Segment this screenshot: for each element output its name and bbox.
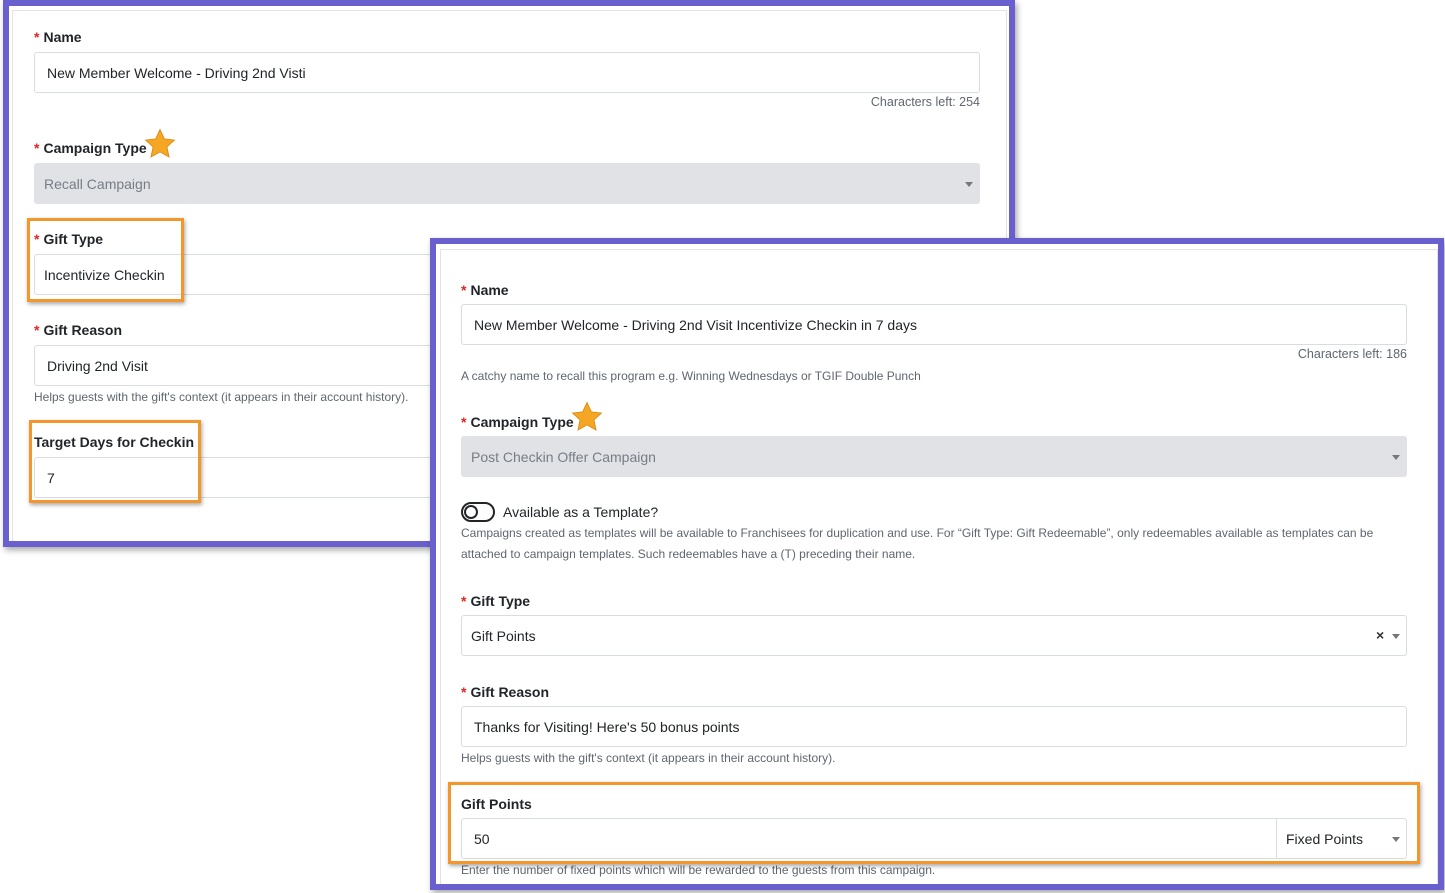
back-campaign-type-select[interactable]: Recall Campaign (34, 163, 980, 204)
front-name-help: A catchy name to recall this program e.g… (461, 369, 921, 383)
template-toggle-label: Available as a Template? (503, 504, 659, 520)
front-campaign-type-label: * Campaign Type (461, 414, 574, 430)
front-form-panel: * Name New Member Welcome - Driving 2nd V… (430, 238, 1444, 890)
front-gift-reason-input[interactable]: Thanks for Visiting! Here's 50 bonus poi… (461, 706, 1407, 747)
front-gift-type-label: * Gift Type (461, 593, 531, 609)
back-gift-reason-help: Helps guests with the gift's context (it… (34, 390, 409, 404)
back-name-chars-left: Characters left: 254 (870, 95, 980, 109)
back-gift-reason-label: * Gift Reason (34, 322, 123, 338)
star-icon (571, 401, 603, 431)
chevron-down-icon (965, 182, 973, 187)
back-gift-type-label: * Gift Type (34, 231, 104, 247)
toggle-knob (464, 505, 478, 519)
back-campaign-type-label: * Campaign Type (34, 140, 147, 156)
front-gift-reason-help: Helps guests with the gift's context (it… (461, 751, 836, 765)
back-target-days-label: Target Days for Checkin (34, 434, 195, 450)
template-help-line: attached to campaign templates. Such red… (461, 547, 916, 561)
front-name-chars-left: Characters left: 186 (1297, 347, 1407, 361)
front-gift-points-label: Gift Points (461, 796, 532, 812)
front-gift-type-select[interactable]: Gift Points (461, 615, 1407, 656)
front-gift-reason-label: * Gift Reason (461, 684, 550, 700)
front-campaign-type-select[interactable]: Post Checkin Offer Campaign (461, 436, 1407, 477)
clear-icon[interactable]: × (1376, 627, 1384, 643)
front-form-card (440, 249, 1438, 884)
gift-points-help: Enter the number of fixed points which w… (461, 863, 936, 877)
template-help: Campaigns created as templates will be a… (461, 523, 1411, 565)
template-help-line: Campaigns created as templates will be a… (461, 526, 1374, 540)
gift-points-mode-select[interactable]: Fixed Points (1276, 818, 1407, 859)
star-icon (144, 128, 176, 158)
back-name-input[interactable]: New Member Welcome - Driving 2nd Visti (34, 52, 980, 93)
chevron-down-icon (1392, 837, 1400, 842)
back-name-label: * Name (34, 29, 82, 45)
chevron-down-icon (1392, 455, 1400, 460)
template-toggle[interactable] (461, 502, 495, 522)
front-name-input[interactable]: New Member Welcome - Driving 2nd Visit I… (461, 304, 1407, 345)
chevron-down-icon (1392, 634, 1400, 639)
front-name-label: * Name (461, 282, 509, 298)
gift-points-input[interactable]: 50 (461, 818, 1277, 859)
